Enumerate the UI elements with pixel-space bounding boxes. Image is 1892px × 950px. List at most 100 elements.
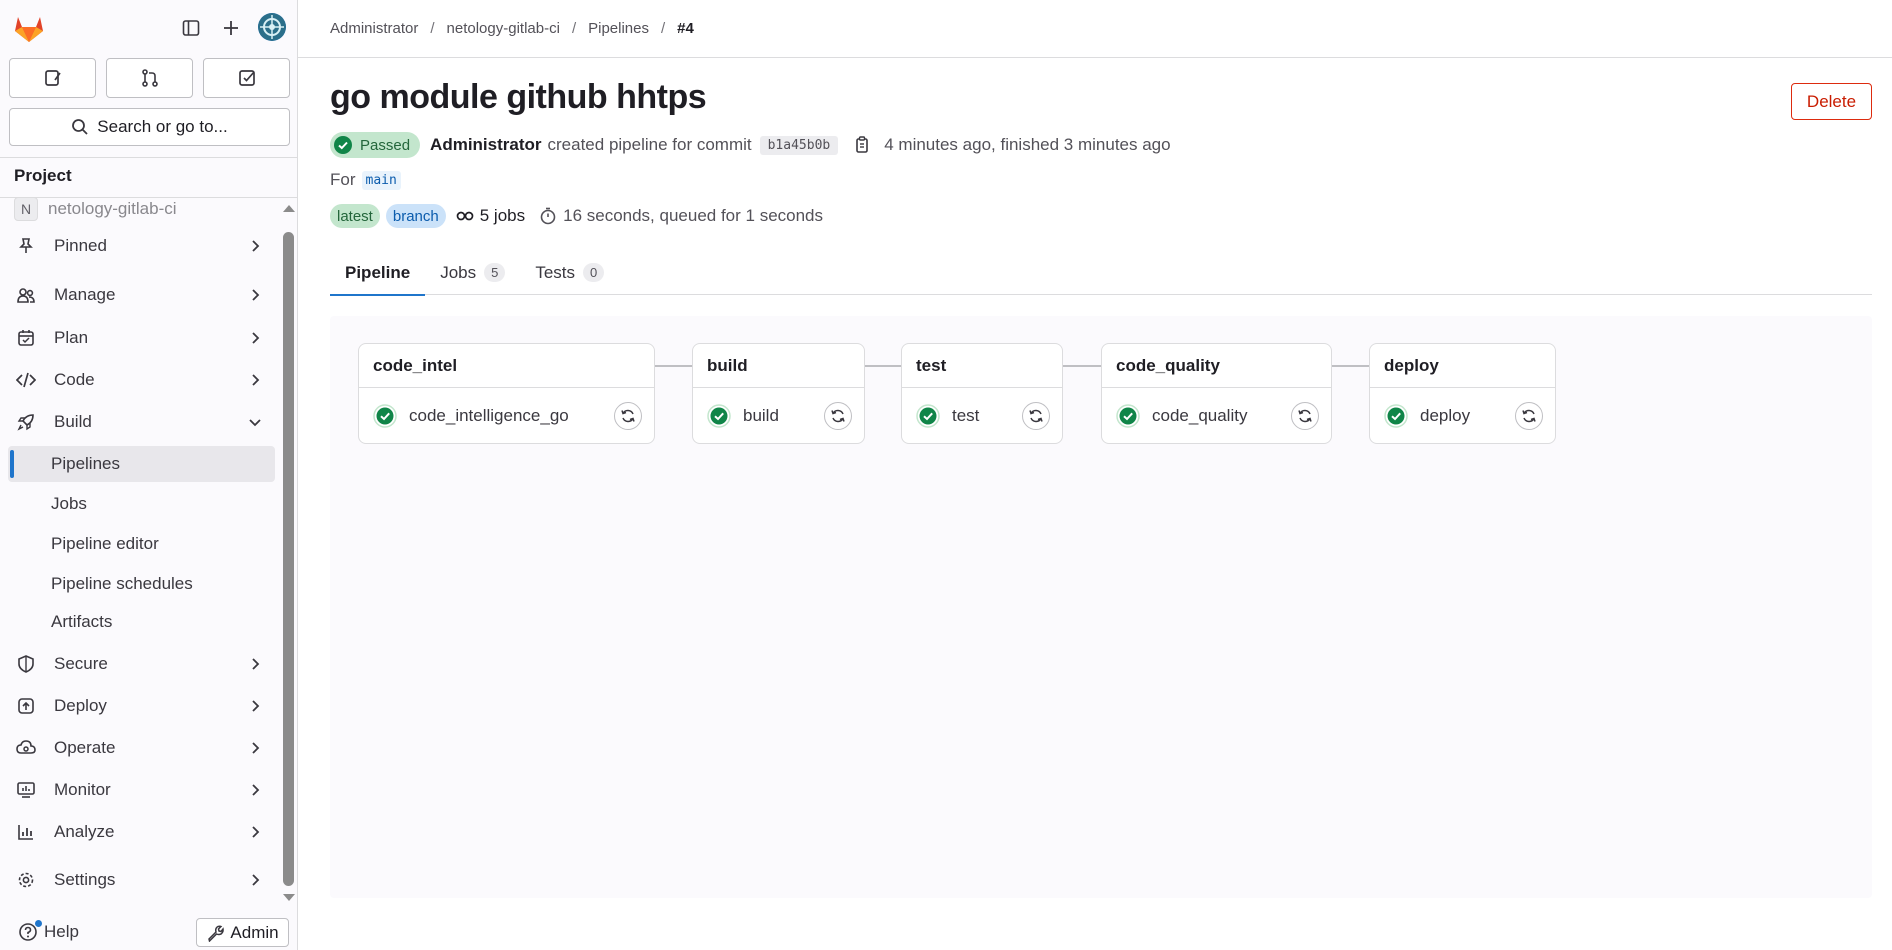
code-icon bbox=[16, 370, 36, 390]
sidebar-subitem-pipeline-editor[interactable]: Pipeline editor bbox=[8, 526, 275, 562]
sidebar-item-label: Monitor bbox=[54, 780, 111, 799]
pin-icon bbox=[16, 236, 36, 256]
sidebar-item-secure[interactable]: Secure bbox=[8, 646, 275, 682]
help-button[interactable]: Help bbox=[18, 920, 79, 942]
sidebar-subitem-artifacts[interactable]: Artifacts bbox=[8, 604, 275, 640]
todo-button[interactable] bbox=[203, 58, 290, 98]
sidebar-subitem-pipelines[interactable]: Pipelines bbox=[8, 446, 275, 482]
merge-requests-button[interactable] bbox=[106, 58, 193, 98]
breadcrumb-item[interactable]: Pipelines bbox=[588, 20, 649, 37]
chevron-right-icon bbox=[252, 784, 260, 796]
sidebar-item-settings[interactable]: Settings bbox=[8, 862, 275, 898]
chevron-right-icon bbox=[252, 742, 260, 754]
pipeline-graph: code_intel code_intelligence_go build bu… bbox=[330, 316, 1872, 898]
sidebar-section-title: Project bbox=[14, 166, 72, 185]
sidebar-item-label: Build bbox=[54, 412, 92, 431]
sidebar-subitem-pipeline-schedules[interactable]: Pipeline schedules bbox=[8, 566, 275, 602]
stage-title: deploy bbox=[1384, 356, 1439, 375]
help-label: Help bbox=[44, 922, 79, 941]
ref-link[interactable]: main bbox=[361, 170, 401, 190]
sidebar-scrollbar[interactable] bbox=[283, 232, 294, 886]
sidebar-item-operate[interactable]: Operate bbox=[8, 730, 275, 766]
job-name: build bbox=[743, 406, 779, 425]
search-button[interactable]: Search or go to... bbox=[9, 108, 290, 146]
top-bar: Administrator / netology-gitlab-ci / Pip… bbox=[298, 0, 1892, 58]
sidebar-item-build[interactable]: Build bbox=[8, 404, 275, 440]
chevron-right-icon bbox=[252, 700, 260, 712]
job-item[interactable]: test bbox=[916, 402, 1050, 430]
job-item[interactable]: code_intelligence_go bbox=[373, 402, 642, 430]
deploy-icon bbox=[16, 696, 36, 716]
sidebar-footer: Help Admin bbox=[0, 910, 298, 950]
sidebar-item-deploy[interactable]: Deploy bbox=[8, 688, 275, 724]
breadcrumb-current[interactable]: #4 bbox=[677, 20, 694, 37]
status-badge[interactable]: Passed bbox=[330, 132, 421, 158]
retry-button[interactable] bbox=[614, 402, 642, 430]
avatar[interactable] bbox=[258, 13, 286, 41]
copy-icon[interactable] bbox=[852, 135, 872, 155]
retry-button[interactable] bbox=[1515, 402, 1543, 430]
breadcrumb-item[interactable]: netology-gitlab-ci bbox=[447, 20, 560, 37]
sidebar-subitem-jobs[interactable]: Jobs bbox=[8, 486, 275, 522]
retry-button[interactable] bbox=[824, 402, 852, 430]
retry-icon bbox=[1298, 409, 1312, 423]
sidebar-item-plan[interactable]: Plan bbox=[8, 320, 275, 356]
job-name: code_intelligence_go bbox=[409, 406, 569, 425]
tab-label: Tests bbox=[535, 262, 576, 282]
issues-icon bbox=[44, 70, 61, 86]
project-link[interactable]: N netology-gitlab-ci bbox=[14, 198, 177, 221]
divider bbox=[359, 387, 654, 388]
sidebar-item-monitor[interactable]: Monitor bbox=[8, 772, 275, 808]
tab-jobs[interactable]: Jobs 5 bbox=[425, 250, 520, 295]
stage-deploy: deploy deploy bbox=[1369, 343, 1556, 444]
retry-icon bbox=[1029, 409, 1043, 423]
breadcrumb-item[interactable]: Administrator bbox=[330, 20, 418, 37]
stage-title: build bbox=[707, 356, 748, 375]
admin-label: Admin bbox=[230, 922, 279, 942]
gitlab-logo-icon[interactable] bbox=[12, 12, 46, 44]
scroll-up-arrow[interactable] bbox=[283, 205, 295, 212]
sidebar-item-label: Plan bbox=[54, 328, 89, 347]
retry-button[interactable] bbox=[1291, 402, 1319, 430]
sidebar-item-label: Analyze bbox=[54, 822, 115, 841]
plus-icon[interactable] bbox=[217, 14, 245, 42]
tab-count: 0 bbox=[583, 263, 605, 282]
admin-button[interactable]: Admin bbox=[196, 918, 289, 947]
success-icon bbox=[1384, 404, 1408, 428]
commit-sha[interactable]: b1a45b0b bbox=[759, 135, 839, 155]
breadcrumb-separator: / bbox=[430, 20, 435, 37]
timer-icon bbox=[540, 207, 556, 225]
sidebar-toggle-icon[interactable] bbox=[177, 14, 205, 42]
job-item[interactable]: deploy bbox=[1384, 402, 1543, 430]
sidebar-item-analyze[interactable]: Analyze bbox=[8, 814, 275, 850]
chevron-right-icon bbox=[252, 289, 260, 301]
sidebar-item-code[interactable]: Code bbox=[8, 362, 275, 398]
job-item[interactable]: build bbox=[707, 402, 852, 430]
sidebar-item-pinned[interactable]: Pinned bbox=[8, 228, 275, 264]
retry-button[interactable] bbox=[1022, 402, 1050, 430]
stage-test: test test bbox=[901, 343, 1063, 444]
issues-button[interactable] bbox=[9, 58, 96, 98]
pipeline-badges: latest branch 5 jobs 16 seconds, queued … bbox=[330, 204, 823, 228]
sidebar-item-manage[interactable]: Manage bbox=[8, 277, 275, 313]
delete-button[interactable]: Delete bbox=[1791, 83, 1872, 120]
chart-icon bbox=[16, 822, 36, 842]
chevron-right-icon bbox=[252, 332, 260, 344]
job-name: deploy bbox=[1420, 406, 1471, 425]
tab-tests[interactable]: Tests 0 bbox=[520, 250, 619, 295]
success-icon bbox=[1116, 404, 1140, 428]
chevron-right-icon bbox=[252, 658, 260, 670]
jobs-count-label: 5 jobs bbox=[479, 206, 526, 225]
tag-latest: latest bbox=[330, 204, 380, 228]
divider bbox=[693, 387, 864, 388]
author-link[interactable]: Administrator bbox=[430, 135, 541, 155]
chevron-right-icon bbox=[252, 240, 260, 252]
project-avatar: N bbox=[14, 198, 38, 221]
scroll-down-arrow[interactable] bbox=[283, 894, 295, 901]
status-label: Passed bbox=[360, 136, 411, 154]
sidebar-item-label: Secure bbox=[54, 654, 108, 673]
sidebar-header bbox=[0, 0, 298, 56]
tab-pipeline[interactable]: Pipeline bbox=[330, 250, 426, 296]
stage-connector bbox=[1331, 365, 1369, 367]
job-item[interactable]: code_quality bbox=[1116, 402, 1319, 430]
